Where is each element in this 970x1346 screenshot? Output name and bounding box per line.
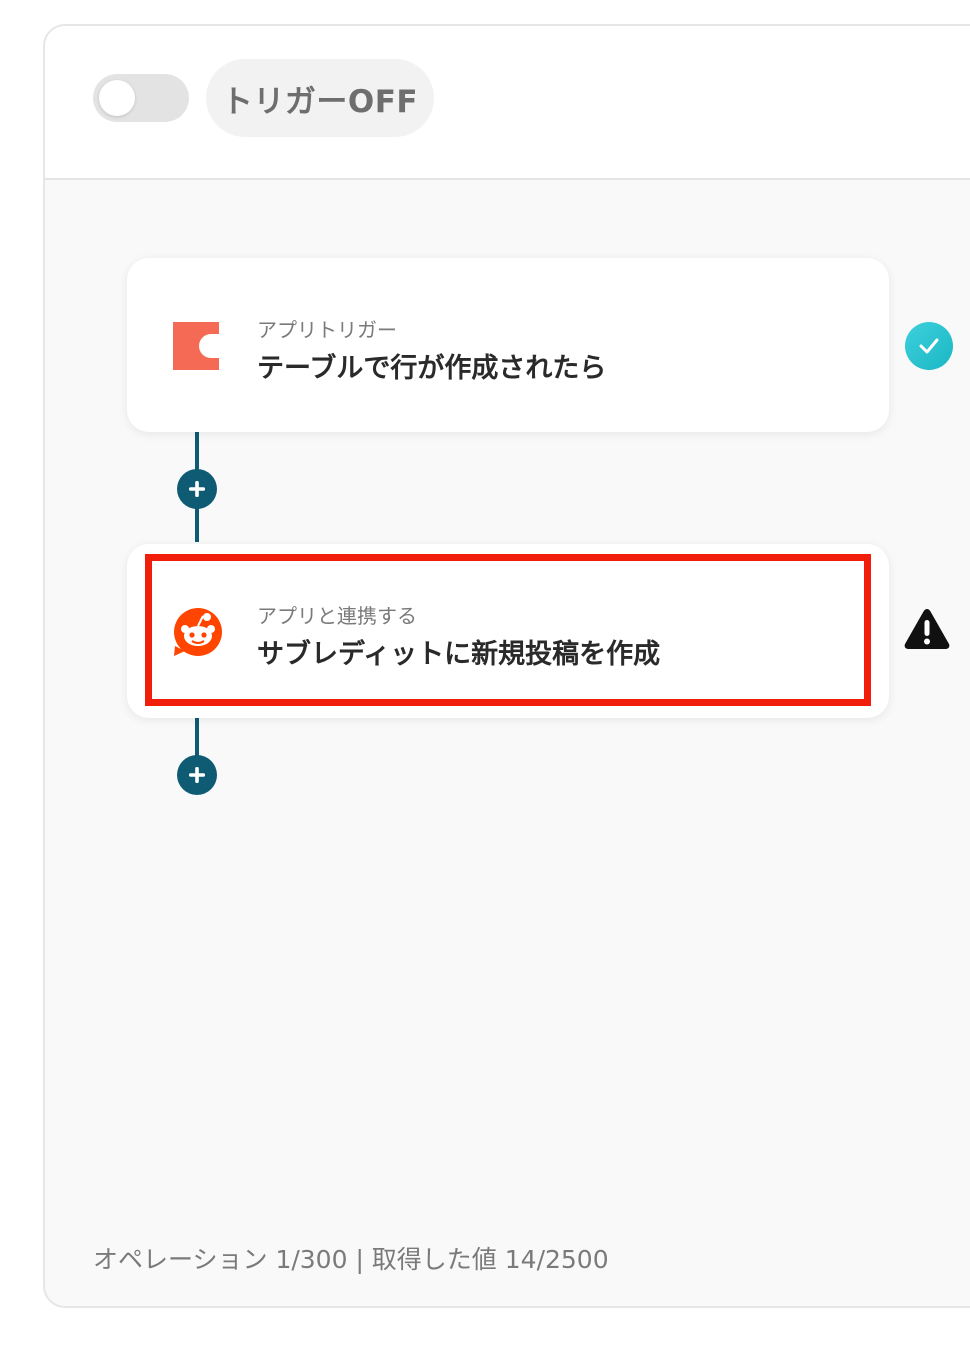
- reddit-icon: [171, 606, 223, 658]
- add-step-button[interactable]: [177, 755, 217, 795]
- step-title: テーブルで行が作成されたら: [257, 353, 607, 384]
- plus-icon: [189, 767, 205, 783]
- check-circle-icon: [905, 322, 953, 370]
- plus-icon: [189, 481, 205, 497]
- step-subtitle: アプリトリガー: [257, 318, 397, 342]
- coda-icon: [171, 320, 223, 372]
- step-subtitle: アプリと連携する: [257, 604, 417, 628]
- trigger-toggle[interactable]: [93, 74, 189, 122]
- trigger-step-card[interactable]: アプリトリガー テーブルで行が作成されたら: [127, 258, 889, 432]
- warning-triangle-icon: [902, 606, 952, 652]
- add-step-button[interactable]: [177, 469, 217, 509]
- action-step-card[interactable]: アプリと連携する サブレディットに新規投稿を作成: [127, 544, 889, 718]
- toggle-knob: [99, 80, 135, 116]
- flow-panel: トリガーOFF アプリトリガー テーブルで行が作成されたら アプリと連携する サ…: [43, 24, 970, 1308]
- trigger-status-label: トリガーOFF: [206, 59, 434, 137]
- flow-header: トリガーOFF: [45, 26, 970, 180]
- step-title: サブレディットに新規投稿を作成: [257, 639, 661, 670]
- usage-stats: オペレーション 1/300 | 取得した値 14/2500: [93, 1245, 609, 1274]
- highlight-box: [145, 554, 871, 706]
